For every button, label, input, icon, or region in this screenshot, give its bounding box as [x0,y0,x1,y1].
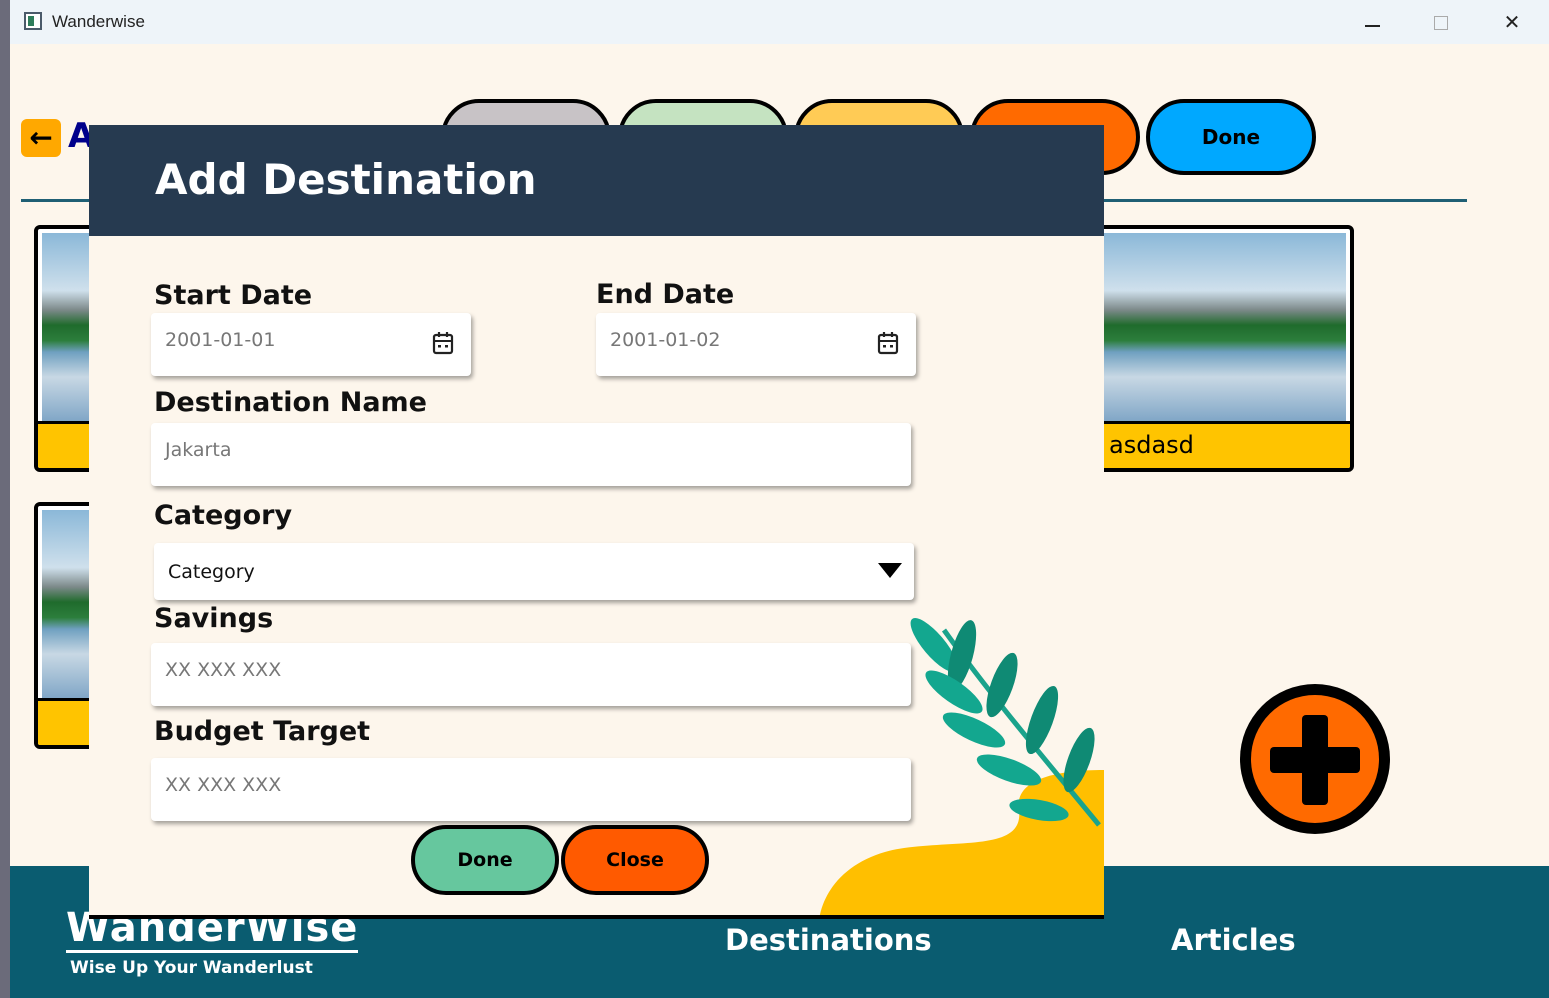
category-label: Category [154,500,293,531]
app-icon [24,12,42,30]
end-date-value: 2001-01-02 [610,329,721,351]
add-destination-dialog: Add Destination Start Date 2001-01-01 En… [89,125,1104,919]
budget-target-value: XX XXX XXX [165,774,282,796]
end-date-field[interactable]: 2001-01-02 [596,313,916,376]
chevron-down-icon [878,563,902,578]
end-date-label: End Date [596,279,735,310]
savings-input[interactable]: XX XXX XXX [151,643,911,706]
close-window-button[interactable]: ✕ [1482,4,1542,40]
status-tab-done[interactable]: Done [1146,99,1316,175]
window-title: Wanderwise [52,12,145,31]
dialog-header: Add Destination [89,125,1104,236]
destination-name-label: Destination Name [154,387,427,418]
calendar-icon[interactable] [432,331,454,355]
nav-destinations[interactable]: Destinations [725,923,932,957]
arrow-left-icon: ← [29,121,53,154]
footer-tagline: Wise Up Your Wanderlust [70,958,313,978]
start-date-field[interactable]: 2001-01-01 [151,313,471,376]
dialog-title: Add Destination [155,155,537,204]
calendar-icon[interactable] [877,331,899,355]
category-select[interactable]: Category [154,543,914,600]
destination-photo [1101,233,1346,425]
savings-label: Savings [154,603,274,634]
minimize-button[interactable] [1342,4,1402,40]
destination-card[interactable]: asdasd [1093,225,1354,472]
destination-name-input[interactable]: Jakarta [151,423,911,486]
maximize-button[interactable] [1411,4,1471,40]
budget-target-label: Budget Target [154,716,371,747]
close-button[interactable]: Close [561,825,709,895]
destination-name-value: Jakarta [165,439,232,461]
category-value: Category [168,561,255,583]
plus-icon [1251,695,1379,823]
budget-target-input[interactable]: XX XXX XXX [151,758,911,821]
title-bar: Wanderwise ✕ [10,0,1549,44]
nav-articles[interactable]: Articles [1171,923,1296,957]
destination-card-label: asdasd [1097,421,1350,468]
start-date-label: Start Date [154,280,313,311]
savings-value: XX XXX XXX [165,659,282,681]
done-button[interactable]: Done [411,825,559,895]
back-button[interactable]: ← [21,119,61,157]
app-window: Wanderwise ✕ ← A Done asdasd WanderWise … [10,0,1549,998]
add-destination-button[interactable] [1240,684,1390,834]
start-date-value: 2001-01-01 [165,329,276,351]
